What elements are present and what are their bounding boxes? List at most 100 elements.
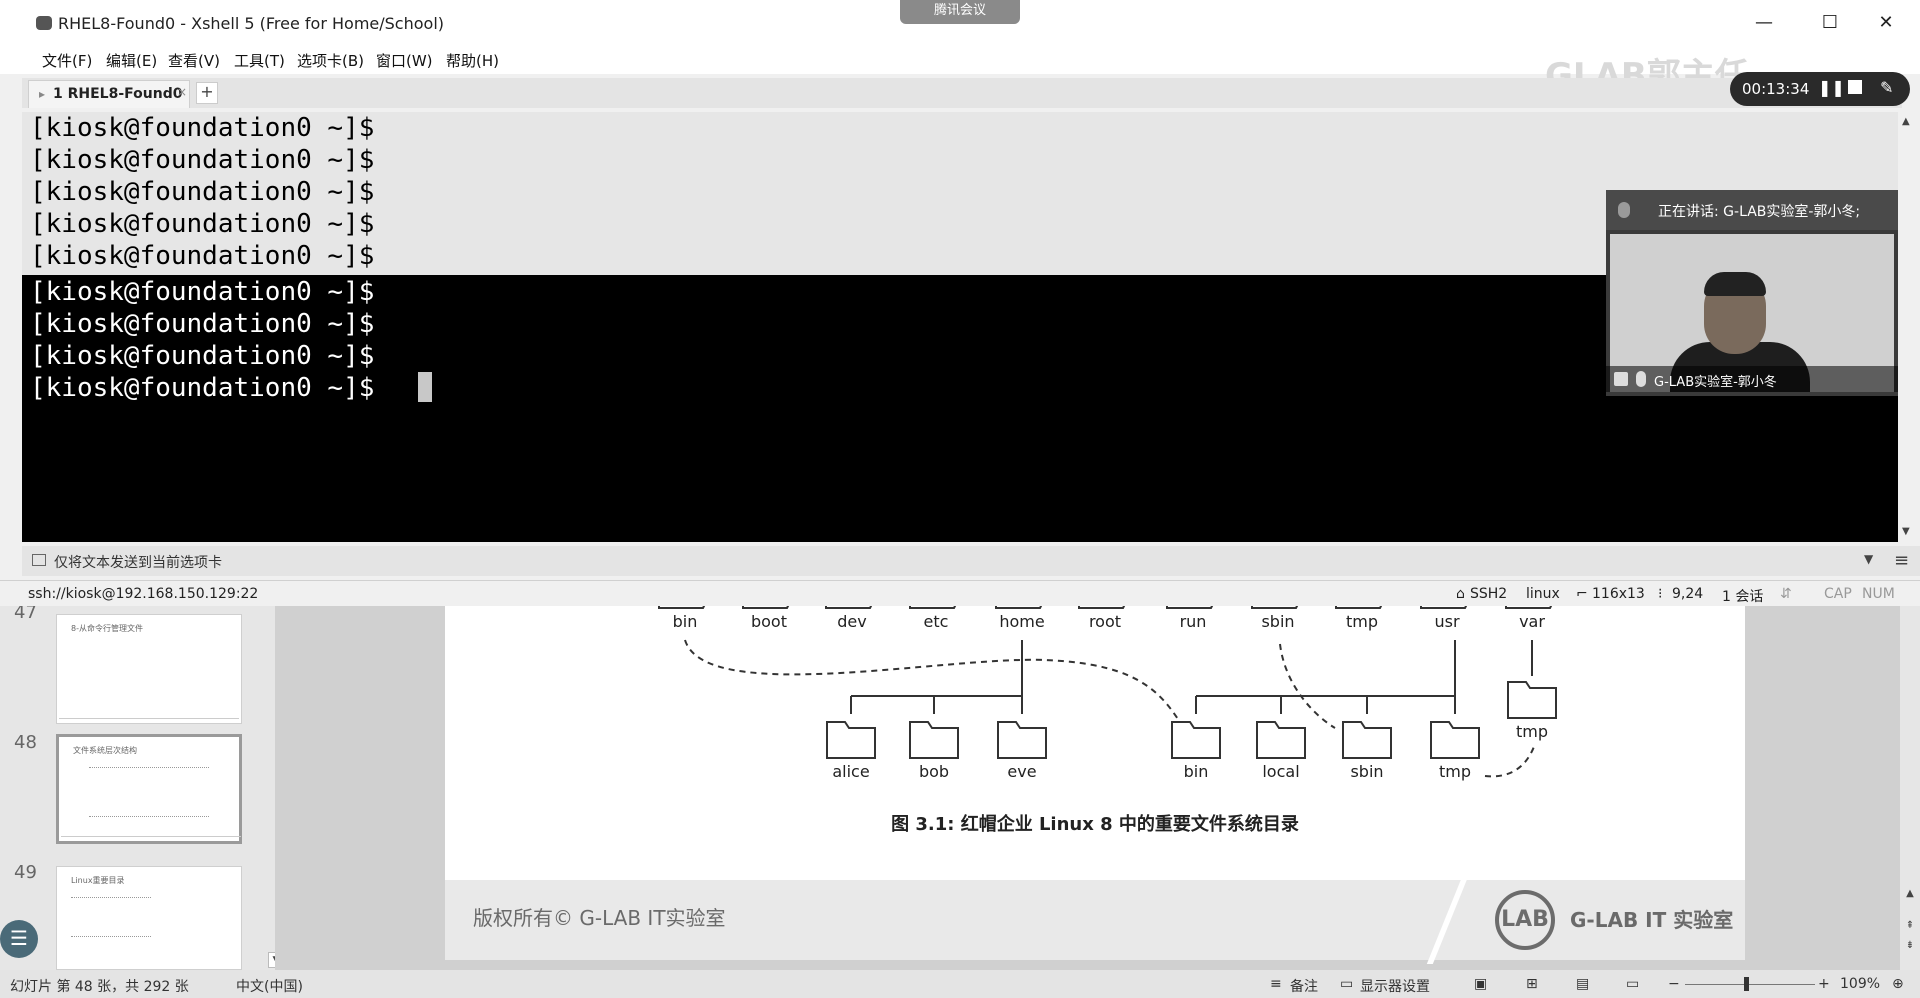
- terminal-line: [kiosk@foundation0 ~]$: [30, 373, 375, 403]
- footer-copyright: 版权所有© G-LAB IT实验室: [473, 906, 726, 930]
- terminal-line: [kiosk@foundation0 ~]$: [30, 309, 375, 339]
- menu-file[interactable]: 文件(F): [42, 50, 92, 71]
- folder-icon: [826, 721, 876, 759]
- terminal-cursor: [418, 372, 432, 402]
- terminal-scrollbar[interactable]: ▲ ▼: [1898, 112, 1920, 542]
- menu-icon[interactable]: ☰: [0, 920, 38, 958]
- terminal-line: [kiosk@foundation0 ~]$: [30, 145, 375, 175]
- microphone-icon: [1618, 202, 1630, 218]
- tab-status-icon: ▸: [39, 87, 46, 101]
- num-lock-indicator: NUM: [1862, 586, 1895, 602]
- speaker-hair: [1704, 272, 1766, 296]
- prev-slide-icon[interactable]: ⇞: [1902, 918, 1918, 934]
- slide-thumbnail-47[interactable]: 8-从命令行管理文件: [56, 614, 242, 724]
- slideshow-icon[interactable]: ▭: [1626, 976, 1639, 992]
- slide-thumbnail-48[interactable]: 文件系统层次结构: [56, 734, 242, 844]
- pause-icon[interactable]: ❚❚: [1818, 78, 1845, 97]
- terminal-line: [kiosk@foundation0 ~]$: [30, 277, 375, 307]
- thumb-diagram: [89, 767, 209, 817]
- dir-label-boot: boot: [750, 612, 787, 631]
- dir-label-run: run: [1179, 612, 1207, 631]
- thumb-title: 8-从命令行管理文件: [71, 624, 143, 633]
- minimize-icon[interactable]: —: [1744, 8, 1784, 38]
- terminal-type: linux: [1526, 586, 1560, 602]
- scroll-up-icon[interactable]: ▲: [1902, 116, 1910, 127]
- position-icon: ⁝: [1658, 586, 1663, 602]
- terminal-line: [kiosk@foundation0 ~]$: [30, 341, 375, 371]
- glab-logo: LAB: [1495, 890, 1555, 950]
- screen: 4 4 4 47 8-从命令行管理文件 48 文件系统层次结构 49 Linux…: [0, 0, 1920, 998]
- xshell-app-icon: [36, 16, 52, 30]
- zoom-slider[interactable]: [1685, 984, 1815, 985]
- terminal-line: [kiosk@foundation0 ~]$: [30, 113, 375, 143]
- meeting-top-tab[interactable]: 腾讯会议: [900, 0, 1020, 24]
- slide-thumbnail-49[interactable]: Linux重要目录: [56, 866, 242, 970]
- dir-label-var: var: [1519, 612, 1545, 631]
- slide-sorter-icon[interactable]: ⊞: [1526, 976, 1538, 992]
- thumb-footer: [59, 718, 239, 721]
- notes-icon[interactable]: ≡: [1270, 976, 1282, 992]
- zoom-level[interactable]: 109%: [1840, 976, 1880, 992]
- meeting-speaker-panel[interactable]: 正在讲话: G-LAB实验室-郭小冬; G-LAB实验室-郭小冬: [1606, 190, 1898, 396]
- dir-label-root: root: [1088, 612, 1122, 631]
- protocol: SSH2: [1470, 586, 1508, 602]
- menu-tools[interactable]: 工具(T): [234, 50, 285, 71]
- display-settings-button[interactable]: 显示器设置: [1360, 976, 1430, 996]
- stop-icon[interactable]: [1848, 80, 1862, 94]
- caret-icon: ⇵: [1780, 586, 1792, 602]
- reading-view-icon[interactable]: ▤: [1576, 976, 1589, 992]
- maximize-icon[interactable]: ☐: [1810, 8, 1850, 38]
- thumb-number: 49: [14, 862, 37, 883]
- fit-slide-icon[interactable]: ⊕: [1892, 976, 1904, 992]
- speaker-name: G-LAB实验室-郭小冬: [1654, 375, 1777, 390]
- slide-thumbnail-pane: 47 8-从命令行管理文件 48 文件系统层次结构 49 Linux重要目录: [0, 600, 275, 970]
- folder-icon: [1256, 721, 1306, 759]
- speaker-header: 正在讲话: G-LAB实验室-郭小冬;: [1606, 190, 1898, 230]
- tab-close-icon[interactable]: ×: [177, 85, 187, 99]
- menu-tabs[interactable]: 选项卡(B): [297, 50, 364, 71]
- menu-view[interactable]: 查看(V): [168, 50, 220, 71]
- dir-label-usr: usr: [1434, 612, 1460, 631]
- cursor-position: 9,24: [1672, 586, 1704, 602]
- scroll-down-icon[interactable]: ▼: [1902, 526, 1910, 537]
- normal-view-icon[interactable]: ▣: [1474, 976, 1487, 992]
- thumb-table: [71, 897, 151, 937]
- title-bar[interactable]: RHEL8-Found0 - Xshell 5 (Free for Home/S…: [0, 0, 1920, 46]
- dir-label-sbin: sbin: [1261, 612, 1295, 631]
- slide-scrollbar[interactable]: ▲ ⇞ ⇟: [1900, 600, 1920, 970]
- menu-window[interactable]: 窗口(W): [376, 50, 433, 71]
- dir-label-etc: etc: [923, 612, 949, 631]
- pen-icon[interactable]: ✎: [1880, 78, 1893, 97]
- current-slide: bin boot dev etc home root run sbin tmp …: [445, 596, 1745, 964]
- session-count: 1 会话: [1722, 589, 1764, 605]
- next-slide-icon[interactable]: ⇟: [1902, 938, 1918, 954]
- session-tab[interactable]: ▸ 1 RHEL8-Found0 ×: [28, 80, 190, 108]
- folder-icon: [1171, 721, 1221, 759]
- dir-label-alice: alice: [832, 762, 870, 781]
- compose-bar[interactable]: 仅将文本发送到当前选项卡 ▼ ≡: [22, 546, 1920, 576]
- session-tab-bar: ▸ 1 RHEL8-Found0 × +: [22, 78, 1902, 108]
- dir-label-dev: dev: [837, 612, 867, 631]
- footer-brand: G-LAB IT 实验室: [1570, 908, 1734, 932]
- close-icon[interactable]: ✕: [1866, 8, 1906, 38]
- language-indicator[interactable]: 中文(中国): [236, 976, 303, 996]
- menu-edit[interactable]: 编辑(E): [106, 50, 157, 71]
- speaker-nameplate: G-LAB实验室-郭小冬: [1606, 366, 1898, 392]
- menu-help[interactable]: 帮助(H): [446, 50, 499, 71]
- new-tab-button[interactable]: +: [196, 82, 218, 104]
- scroll-up-icon[interactable]: ▲: [1902, 886, 1918, 902]
- slide-counter: 幻灯片 第 48 张，共 292 张: [10, 979, 189, 995]
- hamburger-icon[interactable]: ≡: [1894, 550, 1909, 571]
- zoom-in-icon[interactable]: +: [1818, 976, 1830, 992]
- display-icon[interactable]: ▭: [1340, 976, 1353, 992]
- terminal-line: [kiosk@foundation0 ~]$: [30, 209, 375, 239]
- notes-button[interactable]: 备注: [1290, 976, 1318, 996]
- zoom-out-icon[interactable]: −: [1668, 976, 1680, 992]
- filesystem-diagram: bin boot dev etc home root run sbin tmp …: [445, 596, 1745, 880]
- connection-string: ssh://kiosk@192.168.150.129:22: [28, 586, 259, 602]
- chevron-down-icon[interactable]: ▼: [1864, 552, 1873, 566]
- compose-icon: [32, 554, 46, 566]
- figure-caption: 图 3.1: 红帽企业 Linux 8 中的重要文件系统目录: [891, 814, 1299, 835]
- zoom-slider-thumb[interactable]: [1744, 977, 1749, 991]
- dir-label-var-tmp: tmp: [1515, 722, 1548, 741]
